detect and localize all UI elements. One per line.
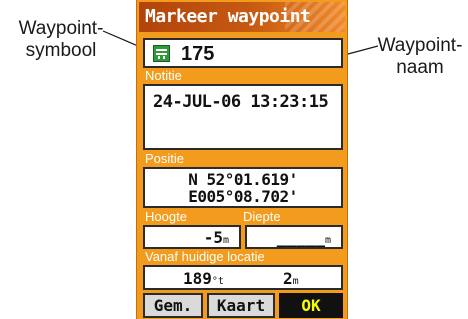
distance-unit: m xyxy=(292,276,299,287)
average-button[interactable]: Gem. xyxy=(143,293,203,318)
from-current-location-field: 189°t 2m xyxy=(143,265,343,290)
map-button[interactable]: Kaart xyxy=(207,293,275,318)
note-value: 24-JUL-06 13:23:15 xyxy=(153,92,329,112)
altitude-label: Hoogte xyxy=(145,209,187,224)
altitude-value: -5m xyxy=(203,228,229,247)
bearing-value: 189°t xyxy=(183,269,224,288)
waypoint-name-field[interactable]: 175 xyxy=(143,38,343,68)
ok-button[interactable]: OK xyxy=(279,293,343,318)
altitude-field[interactable]: -5m xyxy=(143,225,241,249)
position-label: Positie xyxy=(145,151,185,166)
depth-label: Diepte xyxy=(243,209,281,224)
position-longitude: E005°08.702' xyxy=(188,187,298,206)
gps-screen: Markeer waypoint 175 Notitie 24-JUL-06 1… xyxy=(136,0,348,319)
altitude-unit: m xyxy=(222,235,229,246)
from-current-location-label: Vanaf huidige locatie xyxy=(145,249,265,264)
waypoint-name-value: 175 xyxy=(181,43,215,65)
waypoint-flag-icon[interactable] xyxy=(153,45,170,62)
depth-value: _____m xyxy=(276,228,331,247)
position-field[interactable]: N 52°01.619' E005°08.702' xyxy=(143,167,343,208)
note-field[interactable]: 24-JUL-06 13:23:15 xyxy=(143,84,343,150)
bearing-unit: °t xyxy=(211,276,224,287)
depth-field[interactable]: _____m xyxy=(245,225,343,249)
screen-title: Markeer waypoint xyxy=(139,2,345,32)
title-pattern xyxy=(285,2,345,32)
depth-unit: m xyxy=(324,235,331,246)
note-label: Notitie xyxy=(145,68,182,83)
distance-value: 2m xyxy=(283,269,299,288)
